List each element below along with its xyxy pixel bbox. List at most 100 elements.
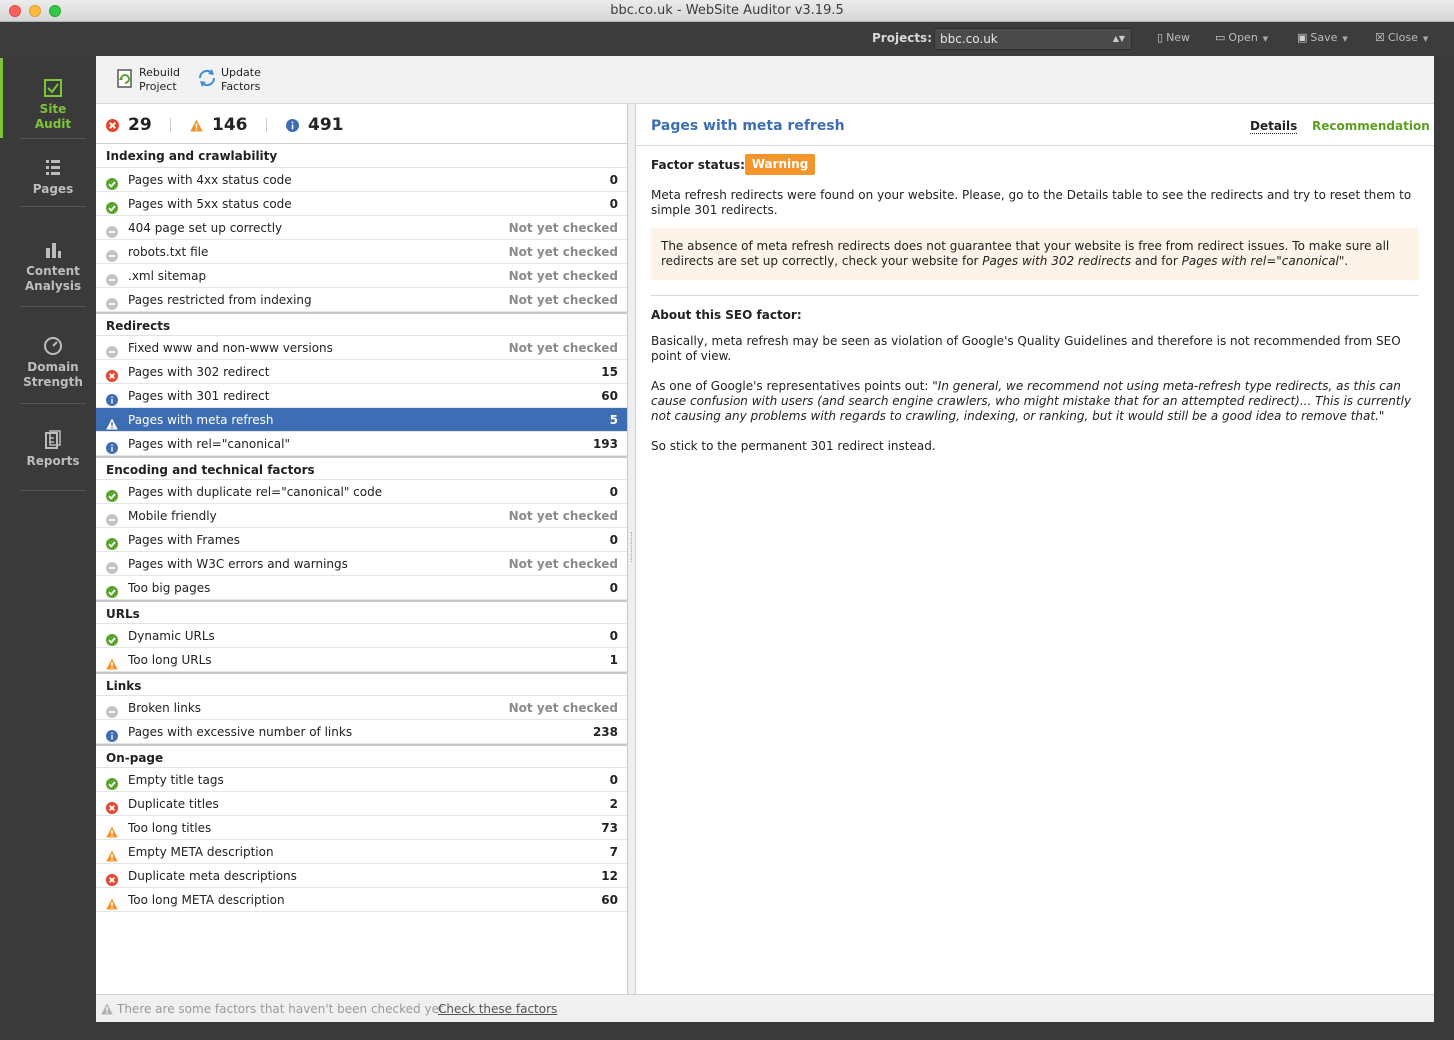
factor-row[interactable]: Dynamic URLs 0: [96, 624, 627, 648]
factor-row[interactable]: Pages with 301 redirect 60: [96, 384, 627, 408]
factor-detail-panel: Pages with meta refresh Details Recommen…: [636, 104, 1434, 994]
factor-row[interactable]: Pages with 302 redirect 15: [96, 360, 627, 384]
factor-row[interactable]: .xml sitemap Not yet checked: [96, 264, 627, 288]
factor-label: Too big pages: [128, 581, 211, 595]
factor-row[interactable]: Too big pages 0: [96, 576, 627, 600]
factor-row[interactable]: Pages with excessive number of links 238: [96, 720, 627, 744]
group-header: Indexing and crawlability: [96, 144, 627, 168]
factor-label: Pages with excessive number of links: [128, 725, 353, 739]
group-header: On-page: [96, 744, 627, 768]
about-paragraph-2: As one of Google's representatives point…: [651, 379, 1421, 424]
info-icon: [106, 726, 118, 742]
factor-row[interactable]: Pages with 5xx status code 0: [96, 192, 627, 216]
factor-row[interactable]: Empty title tags 0: [96, 768, 627, 792]
factor-row[interactable]: Pages with duplicate rel="canonical" cod…: [96, 480, 627, 504]
warning-icon: [106, 822, 118, 838]
sidebar-item-reports[interactable]: Reports: [20, 430, 86, 469]
check-factors-link[interactable]: Check these factors: [438, 995, 557, 1023]
factor-value: 238: [592, 725, 618, 739]
factor-value: 0: [609, 533, 618, 547]
sidebar-item-domain-strength[interactable]: Domain Strength: [20, 336, 86, 390]
project-select[interactable]: bbc.co.uk ▲▼: [934, 28, 1132, 50]
update-factors-button[interactable]: Update Factors: [196, 66, 286, 96]
sidebar-divider: [20, 206, 86, 207]
window-close-button[interactable]: [9, 5, 21, 17]
active-indicator: [0, 58, 3, 138]
factor-value: 0: [609, 197, 618, 211]
detail-intro: Meta refresh redirects were found on you…: [651, 188, 1412, 217]
error-icon: [106, 119, 119, 132]
rebuild-line-1: Rebuild: [139, 66, 180, 79]
splitter-grip: [631, 532, 633, 562]
check-circle-icon: [106, 198, 118, 214]
sidebar-item-site-audit[interactable]: Site Audit: [20, 78, 86, 132]
factors-panel: 29 146 491 Indexing and crawlability Page…: [96, 104, 628, 994]
factor-value: 7: [609, 845, 618, 859]
factor-value: Not yet checked: [508, 245, 618, 259]
tab-details[interactable]: Details: [1250, 119, 1298, 134]
not-checked-icon: [106, 702, 118, 718]
factor-row[interactable]: 404 page set up correctly Not yet checked: [96, 216, 627, 240]
factor-row[interactable]: Empty META description 7: [96, 840, 627, 864]
error-icon: [106, 366, 118, 382]
check-circle-icon: [106, 582, 118, 598]
factor-label: Duplicate titles: [128, 797, 219, 811]
content-analysis-icon: [46, 243, 61, 258]
factor-row[interactable]: Too long URLs 1: [96, 648, 627, 672]
factor-row[interactable]: Pages with Frames 0: [96, 528, 627, 552]
note-text-3: .: [1344, 254, 1349, 268]
factor-label: Pages with 302 redirect: [128, 365, 270, 379]
factor-label: robots.txt file: [128, 245, 209, 259]
factor-row[interactable]: Pages with rel="canonical" 193: [96, 432, 627, 456]
open-button[interactable]: ▭ Open ▼: [1215, 31, 1268, 44]
check-circle-icon: [106, 774, 118, 790]
factor-row[interactable]: Pages with 4xx status code 0: [96, 168, 627, 192]
info-icon: [106, 438, 118, 454]
window-zoom-button[interactable]: [49, 5, 61, 17]
warnings-count-value: 146: [212, 115, 248, 135]
factor-row[interactable]: robots.txt file Not yet checked: [96, 240, 627, 264]
info-count-value: 491: [308, 115, 344, 135]
factor-value: 73: [601, 821, 618, 835]
check-circle-icon: [106, 534, 118, 550]
folder-icon: ▭: [1215, 31, 1226, 44]
note-link-canonical: Pages with rel="canonical": [1181, 254, 1345, 268]
factor-label: Empty title tags: [128, 773, 224, 787]
warning-icon: [106, 846, 118, 862]
project-select-value: bbc.co.uk: [940, 32, 998, 46]
save-button[interactable]: ▣ Save ▼: [1297, 31, 1348, 44]
sidebar-divider: [20, 138, 86, 139]
factor-row[interactable]: Too long titles 73: [96, 816, 627, 840]
group-header: Links: [96, 672, 627, 696]
window-minimize-button[interactable]: [29, 5, 41, 17]
factor-row[interactable]: Mobile friendly Not yet checked: [96, 504, 627, 528]
factor-value: 15: [601, 365, 618, 379]
panel-splitter[interactable]: [628, 104, 636, 994]
factor-row[interactable]: Duplicate meta descriptions 12: [96, 864, 627, 888]
sidebar-item-label: Content Analysis: [24, 264, 82, 293]
detail-title: Pages with meta refresh: [651, 118, 845, 134]
factor-row[interactable]: Pages with W3C errors and warnings Not ye…: [96, 552, 627, 576]
factor-label: Pages with 5xx status code: [128, 197, 292, 211]
info-icon: [286, 119, 299, 132]
factor-row[interactable]: Broken links Not yet checked: [96, 696, 627, 720]
factor-row[interactable]: Too long META description 60: [96, 888, 627, 912]
factor-value: 60: [601, 389, 618, 403]
sidebar-item-content-analysis[interactable]: Content Analysis: [20, 240, 86, 294]
factor-value: 1: [609, 653, 618, 667]
sidebar-item-pages[interactable]: Pages: [20, 158, 86, 197]
close-project-button[interactable]: ☒ Close ▼: [1375, 31, 1428, 44]
factor-row[interactable]: Duplicate titles 2: [96, 792, 627, 816]
factor-value: 193: [592, 437, 618, 451]
factor-label: Mobile friendly: [128, 509, 217, 523]
factor-row[interactable]: Pages with meta refresh 5: [96, 408, 627, 432]
rebuild-project-button[interactable]: Rebuild Project: [114, 66, 204, 96]
sidebar-divider: [20, 490, 86, 491]
tab-recommendation[interactable]: Recommendation: [1312, 119, 1430, 133]
not-checked-icon: [106, 558, 118, 574]
factor-row[interactable]: Pages restricted from indexing Not yet ch…: [96, 288, 627, 312]
factor-row[interactable]: Fixed www and non-www versions Not yet ch…: [96, 336, 627, 360]
new-button[interactable]: ▯ New: [1157, 31, 1190, 44]
note-text-2: and for: [1131, 254, 1182, 268]
factor-label: Pages with W3C errors and warnings: [128, 557, 348, 571]
